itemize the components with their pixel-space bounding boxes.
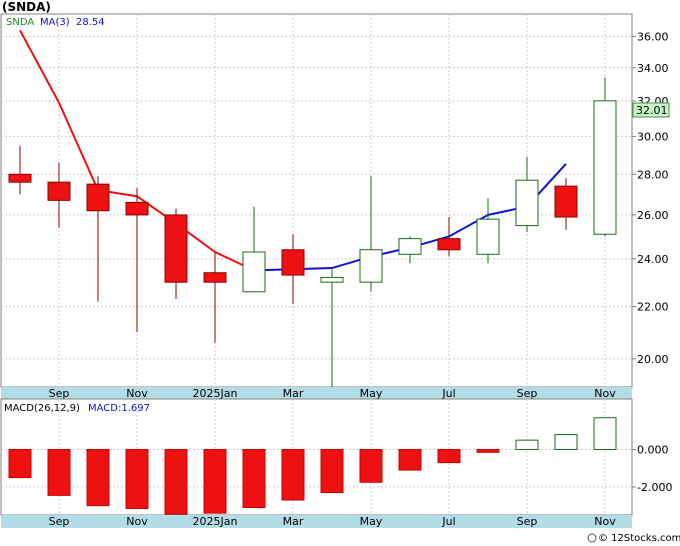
candle-up-body	[242, 251, 266, 293]
chart-title: (SNDA)	[2, 0, 51, 14]
macd-x-tick-label: Sep	[517, 515, 538, 528]
macd-bar-negative	[320, 449, 344, 494]
macd-bar-negative	[86, 449, 110, 507]
macd-y-axis: 0.000 -2.000	[632, 444, 672, 494]
macd-bar-negative	[476, 449, 500, 453]
candle-down-body	[437, 238, 461, 251]
candle-up-body	[515, 179, 539, 227]
macd-x-tick-label: 2025Jan	[193, 515, 238, 528]
price-x-tick-label: Mar	[283, 387, 304, 400]
candle-up-body	[359, 249, 383, 283]
macd-legend-value: MACD:1.697	[88, 403, 150, 414]
candle-up-body	[320, 276, 344, 283]
candle-down-body	[125, 201, 149, 216]
macd-y-tick-label: -2.000	[637, 481, 672, 494]
candle-down-body	[47, 181, 71, 201]
macd-bar-negative	[437, 449, 461, 464]
candle-down-body	[164, 214, 188, 283]
price-y-tick-label: 24.00	[637, 253, 669, 266]
price-x-tick-label: Nov	[594, 387, 616, 400]
macd-bar-negative	[242, 449, 266, 509]
macd-bar-negative	[164, 449, 188, 515]
legend-ma-value: 28.54	[76, 17, 105, 28]
price-x-tick-label: May	[360, 387, 383, 400]
legend-symbol: SNDA	[6, 17, 34, 28]
candle-up-body	[593, 100, 617, 235]
macd-legend-name: MACD(26,12,9)	[4, 403, 80, 414]
price-x-tick-label: Jul	[441, 387, 455, 400]
macd-x-tick-label: Nov	[126, 515, 148, 528]
watermark-logo-icon	[587, 533, 597, 543]
price-y-tick-label: 28.00	[637, 168, 669, 181]
price-x-tick-label: Sep	[49, 387, 70, 400]
price-y-axis: 20.0022.0024.0026.0028.0030.0032.0034.00…	[632, 30, 669, 366]
candle-up-body	[398, 238, 422, 255]
candle-down-body	[554, 185, 578, 218]
macd-x-tick-label: Nov	[594, 515, 616, 528]
candle-down-body	[86, 183, 110, 212]
price-y-tick-label: 26.00	[637, 209, 669, 222]
price-x-tick-label: 2025Jan	[193, 387, 238, 400]
candle-down-body	[8, 173, 32, 183]
macd-x-tick-label: Mar	[283, 515, 304, 528]
macd-bar-negative	[281, 449, 305, 501]
price-y-tick-label: 34.00	[637, 62, 669, 75]
price-x-tick-label: Sep	[517, 387, 538, 400]
macd-x-tick-label: May	[360, 515, 383, 528]
price-y-tick-label: 36.00	[637, 30, 669, 43]
macd-bar-negative	[47, 449, 71, 496]
macd-bar-negative	[125, 449, 149, 509]
macd-bar-positive	[554, 434, 578, 451]
macd-bar-negative	[203, 449, 227, 514]
macd-bar-negative	[398, 449, 422, 471]
macd-x-tick-label: Sep	[49, 515, 70, 528]
candle-down-body	[281, 249, 305, 276]
macd-y-tick-label: 0.000	[637, 444, 669, 457]
macd-bar-positive	[515, 439, 539, 451]
stock-chart: (SNDA) 20.00 22.00 24.00 26.00 28.00 30.00 32.…	[0, 0, 680, 544]
legend-ma-name: MA(3)	[40, 17, 70, 28]
macd-x-tick-label: Jul	[441, 515, 455, 528]
watermark: © 12Stocks.com	[598, 533, 680, 544]
price-y-tick-label: 30.00	[637, 130, 669, 143]
price-x-tick-label: Nov	[126, 387, 148, 400]
macd-bar-positive	[593, 417, 617, 451]
candle-up-body	[476, 218, 500, 255]
last-price-label: 32.01	[636, 104, 668, 117]
macd-bar-negative	[359, 449, 383, 483]
macd-bar-negative	[8, 449, 32, 479]
price-y-tick-label: 20.00	[637, 353, 669, 366]
candle-down-body	[203, 272, 227, 283]
price-y-tick-label: 22.00	[637, 301, 669, 314]
